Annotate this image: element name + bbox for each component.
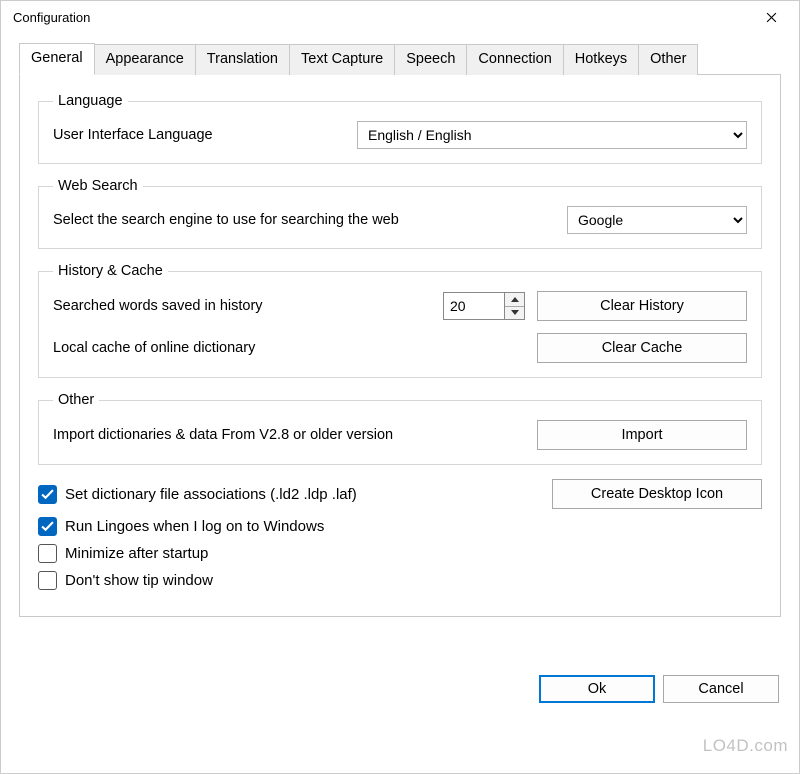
group-history-cache: History & Cache Searched words saved in … xyxy=(38,263,762,378)
content-area: General Appearance Translation Text Capt… xyxy=(1,33,799,721)
group-history-cache-legend: History & Cache xyxy=(53,263,168,279)
tab-appearance[interactable]: Appearance xyxy=(94,44,196,75)
ui-language-label: User Interface Language xyxy=(53,127,357,143)
import-button[interactable]: Import xyxy=(537,420,747,450)
group-language-legend: Language xyxy=(53,93,128,109)
spin-up-button[interactable] xyxy=(505,293,524,307)
create-desktop-icon-button[interactable]: Create Desktop Icon xyxy=(552,479,762,509)
group-other-legend: Other xyxy=(53,392,99,408)
history-count-input[interactable] xyxy=(443,292,505,320)
close-button[interactable] xyxy=(751,3,791,31)
titlebar: Configuration xyxy=(1,1,799,33)
no-tip-checkbox[interactable] xyxy=(38,571,57,590)
cache-label: Local cache of online dictionary xyxy=(53,340,537,356)
group-web-search: Web Search Select the search engine to u… xyxy=(38,178,762,249)
group-web-search-legend: Web Search xyxy=(53,178,143,194)
tab-speech[interactable]: Speech xyxy=(394,44,467,75)
check-icon xyxy=(41,489,54,500)
history-count-label: Searched words saved in history xyxy=(53,298,443,314)
run-on-logon-checkbox[interactable] xyxy=(38,517,57,536)
group-language: Language User Interface Language English… xyxy=(38,93,762,164)
import-label: Import dictionaries & data From V2.8 or … xyxy=(53,427,537,443)
config-window: Configuration General Appearance Transla… xyxy=(0,0,800,774)
group-other: Other Import dictionaries & data From V2… xyxy=(38,392,762,465)
ok-button[interactable]: Ok xyxy=(539,675,655,703)
tab-other[interactable]: Other xyxy=(638,44,698,75)
cancel-button[interactable]: Cancel xyxy=(663,675,779,703)
clear-cache-button[interactable]: Clear Cache xyxy=(537,333,747,363)
window-title: Configuration xyxy=(13,10,90,25)
run-on-logon-label: Run Lingoes when I log on to Windows xyxy=(65,518,324,535)
close-icon xyxy=(766,12,777,23)
clear-history-button[interactable]: Clear History xyxy=(537,291,747,321)
file-assoc-checkbox[interactable] xyxy=(38,485,57,504)
search-engine-select[interactable]: Google xyxy=(567,206,747,234)
dialog-buttons: Ok Cancel xyxy=(19,675,781,703)
file-assoc-label: Set dictionary file associations (.ld2 .… xyxy=(65,486,357,503)
spin-down-button[interactable] xyxy=(505,307,524,320)
tab-translation[interactable]: Translation xyxy=(195,44,290,75)
check-icon xyxy=(41,521,54,532)
no-tip-label: Don't show tip window xyxy=(65,572,213,589)
chevron-down-icon xyxy=(511,310,519,315)
watermark: LO4D.com xyxy=(703,736,788,756)
checks-block: Set dictionary file associations (.ld2 .… xyxy=(38,479,762,590)
tab-panel-general: Language User Interface Language English… xyxy=(19,74,781,617)
ui-language-select[interactable]: English / English xyxy=(357,121,747,149)
chevron-up-icon xyxy=(511,297,519,302)
tab-connection[interactable]: Connection xyxy=(466,44,563,75)
history-count-stepper[interactable] xyxy=(443,292,525,320)
search-engine-label: Select the search engine to use for sear… xyxy=(53,212,567,228)
tab-text-capture[interactable]: Text Capture xyxy=(289,44,395,75)
minimize-label: Minimize after startup xyxy=(65,545,208,562)
minimize-checkbox[interactable] xyxy=(38,544,57,563)
tab-hotkeys[interactable]: Hotkeys xyxy=(563,44,639,75)
tab-strip: General Appearance Translation Text Capt… xyxy=(19,43,781,74)
tab-general[interactable]: General xyxy=(19,43,95,75)
